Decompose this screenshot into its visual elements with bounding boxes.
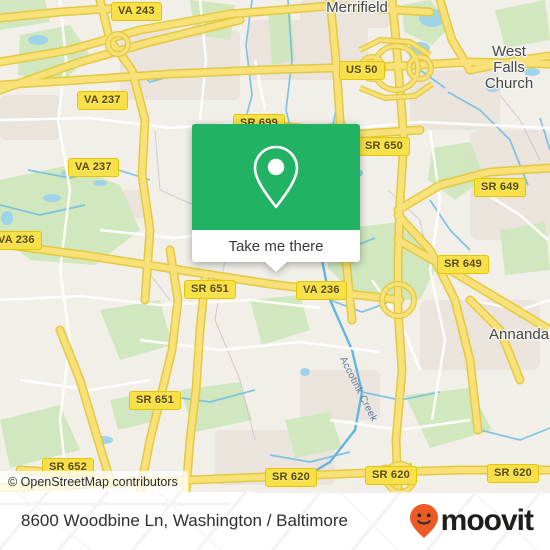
moovit-wordmark: moovit (440, 504, 534, 537)
road-shield: SR 649 (474, 178, 526, 197)
place-label-merrifield: Merrifield (326, 0, 388, 16)
road-shield: SR 649 (437, 255, 489, 274)
moovit-pin-icon (409, 504, 438, 538)
take-me-there-button[interactable]: Take me there (192, 230, 360, 262)
callout-pointer-tail (265, 262, 287, 272)
road-shield: SR 651 (184, 280, 236, 299)
map-screenshot: Merrifield West Falls Church Annandale A… (0, 0, 550, 550)
road-shield: SR 650 (358, 137, 410, 156)
road-shield: SR 620 (487, 464, 539, 483)
location-pin-icon (253, 145, 299, 209)
place-label-line: West (492, 43, 526, 60)
road-shield: VA 237 (68, 158, 119, 177)
footer-bar: 8600 Woodbine Ln, Washington / Baltimore… (0, 492, 550, 550)
place-label-line: Church (484, 75, 534, 92)
road-shield: VA 236 (296, 281, 347, 300)
road-shield: VA 236 (0, 231, 42, 250)
place-label-annandale: Annandale (489, 326, 550, 343)
callout-header (192, 124, 360, 230)
road-shield: US 50 (339, 61, 385, 80)
footer-address-text: 8600 Woodbine Ln, Washington / Baltimore (21, 511, 348, 530)
road-shield: SR 620 (365, 466, 417, 485)
moovit-logo[interactable]: moovit (409, 492, 534, 550)
map-attribution[interactable]: © OpenStreetMap contributors (0, 471, 188, 492)
road-shield: SR 651 (129, 391, 181, 410)
place-label-west-falls-church: West Falls Church (468, 44, 550, 92)
road-shield: VA 237 (77, 91, 128, 110)
road-shield: SR 620 (265, 468, 317, 487)
map-canvas[interactable]: Merrifield West Falls Church Annandale A… (0, 0, 550, 492)
road-shield: VA 243 (111, 2, 162, 21)
location-callout-card[interactable]: Take me there (192, 124, 360, 272)
place-label-line: Falls (493, 59, 525, 76)
take-me-there-label: Take me there (228, 237, 324, 255)
